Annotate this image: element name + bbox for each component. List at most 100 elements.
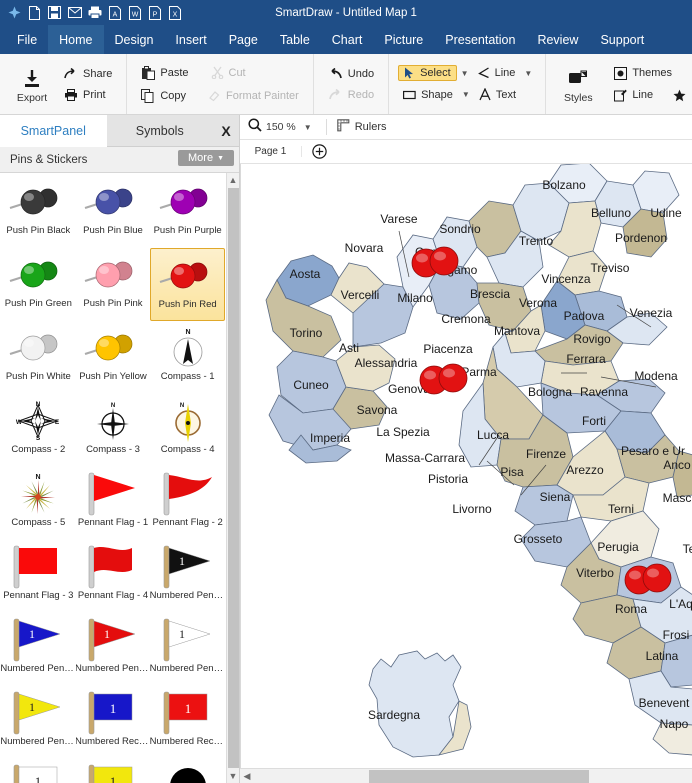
more-button[interactable]: More ▼ xyxy=(178,150,234,166)
undo-button[interactable]: Undo xyxy=(323,66,379,82)
shape-dropdown-caret[interactable]: ▼ xyxy=(462,90,470,99)
symbol-item[interactable]: Pennant Flag - 4 xyxy=(76,540,151,613)
menu-item-presentation[interactable]: Presentation xyxy=(434,25,526,54)
symbol-item[interactable]: N Compass - 1 xyxy=(150,321,225,394)
tab-smartpanel[interactable]: SmartPanel xyxy=(0,115,107,147)
export-excel-icon[interactable]: X xyxy=(166,4,183,21)
menu-item-design[interactable]: Design xyxy=(104,25,165,54)
panel-tab-strip: SmartPanel Symbols X xyxy=(0,115,239,147)
symbol-item[interactable]: N Compass - 5 xyxy=(1,467,76,540)
export-button[interactable]: Export xyxy=(9,65,55,104)
smartdraw-logo-icon[interactable] xyxy=(6,4,23,21)
symbol-item[interactable]: 1Numbered Recta... xyxy=(150,686,225,759)
close-panel-icon[interactable]: X xyxy=(213,115,239,147)
map-label: Alessandria xyxy=(355,356,418,370)
symbol-item[interactable]: 1Numbered Recta... xyxy=(1,759,76,783)
share-button[interactable]: Share xyxy=(59,66,117,82)
export-word-icon[interactable]: W xyxy=(126,4,143,21)
shape-tool-button[interactable]: Shape xyxy=(398,87,458,103)
zoom-magnifier-icon[interactable] xyxy=(248,117,262,137)
symbol-item[interactable]: Push Pin Black xyxy=(1,175,76,248)
scroll-down-icon[interactable]: ▼ xyxy=(229,769,238,783)
symbol-item[interactable]: Push Pin Yellow xyxy=(76,321,151,394)
menu-item-file[interactable]: File xyxy=(6,25,48,54)
new-document-icon[interactable] xyxy=(26,4,43,21)
pin-rieti[interactable] xyxy=(642,563,672,593)
symbol-item[interactable]: Pennant Flag - 3 xyxy=(1,540,76,613)
symbol-item[interactable]: Push Pin Green xyxy=(1,248,76,321)
print-button[interactable]: Print xyxy=(59,87,111,103)
map-label: Brescia xyxy=(470,287,510,301)
save-icon[interactable] xyxy=(46,4,63,21)
paste-button[interactable]: Paste xyxy=(136,64,193,82)
symbol-item[interactable]: Pennant Flag - 2 xyxy=(150,467,225,540)
map-label: Arezzo xyxy=(566,463,604,477)
email-icon[interactable] xyxy=(66,4,83,21)
text-tool-button[interactable]: Text xyxy=(474,86,521,103)
fill-button[interactable]: Fill xyxy=(687,65,692,82)
menu-item-table[interactable]: Table xyxy=(269,25,321,54)
scroll-thumb[interactable] xyxy=(227,188,239,768)
symbol-item[interactable]: 1 Numbered Penna... xyxy=(150,540,225,613)
menu-item-insert[interactable]: Insert xyxy=(164,25,217,54)
symbol-item[interactable]: Push Pin White xyxy=(1,321,76,394)
add-page-button[interactable] xyxy=(312,144,327,159)
symbol-thumbnail-icon xyxy=(76,544,151,590)
map-label: Vercelli xyxy=(341,288,380,302)
print-icon[interactable] xyxy=(86,4,103,21)
effects-button[interactable]: Effects xyxy=(668,87,692,104)
export-pdf-icon[interactable]: A xyxy=(106,4,123,21)
symbol-item[interactable]: Pennant Flag - 1 xyxy=(76,467,151,540)
cut-icon xyxy=(211,66,224,79)
menu-item-support[interactable]: Support xyxy=(589,25,655,54)
zoom-dropdown-caret[interactable]: ▼ xyxy=(304,123,312,132)
line-format-button[interactable]: Line xyxy=(609,87,658,104)
styles-button[interactable]: Styles xyxy=(555,65,601,104)
symbol-item[interactable]: 1Numbered Recta... xyxy=(76,686,150,759)
symbol-label: Numbered Penna... xyxy=(1,736,76,747)
menu-item-review[interactable]: Review xyxy=(526,25,589,54)
select-tool-button[interactable]: Select xyxy=(398,65,457,81)
map-label: Roma xyxy=(615,602,647,616)
rulers-button[interactable]: Rulers xyxy=(336,119,387,135)
pin-brescia[interactable] xyxy=(429,246,459,276)
hscroll-thumb[interactable] xyxy=(369,769,589,783)
menu-item-picture[interactable]: Picture xyxy=(373,25,434,54)
select-dropdown-caret[interactable]: ▼ xyxy=(461,69,469,78)
format-painter-button: Format Painter xyxy=(203,87,304,104)
scroll-left-icon[interactable]: ◀ xyxy=(240,771,254,782)
themes-button[interactable]: Themes xyxy=(609,65,677,82)
symbol-item[interactable]: 1 Numbered Penna... xyxy=(150,613,225,686)
symbol-item[interactable]: 1 Numbered Penna... xyxy=(1,686,76,759)
menu-item-page[interactable]: Page xyxy=(218,25,269,54)
italy-map[interactable]: VareseSondrioBolzanoBellunoUdineNovaraCo… xyxy=(241,164,692,768)
symbol-item[interactable]: Push Pin Pink xyxy=(76,248,151,321)
svg-text:N: N xyxy=(179,403,183,409)
symbol-item[interactable]: 1 Numbered Penna... xyxy=(1,613,76,686)
symbol-item[interactable]: N S W E Compass - 2 xyxy=(1,394,76,467)
symbol-thumbnail-icon xyxy=(76,179,151,225)
library-scrollbar[interactable]: ▲ ▼ xyxy=(226,173,239,783)
line-tool-button[interactable]: Line xyxy=(473,65,521,81)
menu-item-home[interactable]: Home xyxy=(48,25,104,54)
symbol-item[interactable]: N Compass - 4 xyxy=(150,394,225,467)
menu-item-chart[interactable]: Chart xyxy=(321,25,374,54)
map-canvas[interactable]: VareseSondrioBolzanoBellunoUdineNovaraCo… xyxy=(240,164,692,768)
symbol-item[interactable]: 1 Numbered Penna... xyxy=(76,613,150,686)
export-powerpoint-icon[interactable]: P xyxy=(146,4,163,21)
tab-symbols[interactable]: Symbols xyxy=(106,115,213,147)
pin-parma[interactable] xyxy=(438,363,468,393)
symbol-item[interactable]: Push Pin Purple xyxy=(150,175,225,248)
page-tab-1[interactable]: Page 1 xyxy=(240,146,302,157)
canvas-horizontal-scrollbar[interactable]: ◀ xyxy=(240,768,692,783)
symbol-item[interactable]: 1Numbered Recta... xyxy=(76,759,151,783)
symbol-item[interactable]: Push Pin Blue xyxy=(76,175,151,248)
scroll-up-icon[interactable]: ▲ xyxy=(229,173,238,187)
symbol-item[interactable]: N Compass - 3 xyxy=(76,394,151,467)
svg-text:1: 1 xyxy=(29,627,35,641)
copy-button[interactable]: Copy xyxy=(136,87,191,105)
symbol-item[interactable]: Push Pin Red xyxy=(150,248,225,321)
symbol-item[interactable]: Dot Sticker Black xyxy=(150,759,225,783)
map-label: Benevent xyxy=(639,696,690,710)
line-dropdown-caret[interactable]: ▼ xyxy=(524,69,532,78)
